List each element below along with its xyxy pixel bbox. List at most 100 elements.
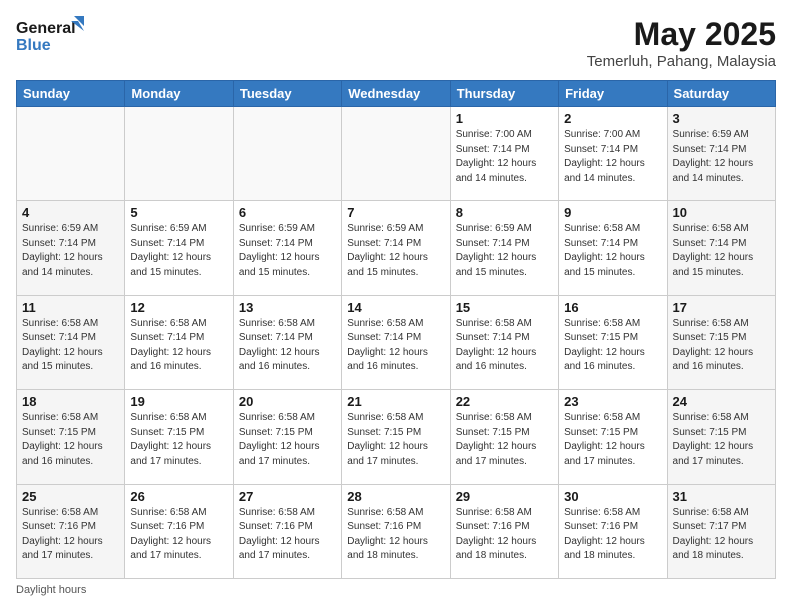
main-title: May 2025: [587, 16, 776, 53]
day-cell: 30 Sunrise: 6:58 AM Sunset: 7:16 PM Dayli…: [559, 484, 667, 578]
day-cell: 2Sunrise: 7:00 AM Sunset: 7:14 PM Daylig…: [559, 107, 667, 201]
day-number: 24: [673, 394, 770, 409]
day-cell: 8Sunrise: 6:59 AM Sunset: 7:14 PM Daylig…: [450, 201, 558, 295]
week-row-4: 18 Sunrise: 6:58 AM Sunset: 7:15 PM Dayli…: [17, 390, 776, 484]
day-number: 2: [564, 111, 661, 126]
day-info: Sunrise: 6:59 AM Sunset: 7:14 PM Dayligh…: [239, 222, 336, 280]
day-info: Sunrise: 6:58 AM Sunset: 7:16 PM Dayligh…: [239, 506, 336, 564]
day-number: 9: [564, 205, 661, 220]
day-info: Sunrise: 6:58 AM Sunset: 7:15 PM Dayligh…: [130, 411, 227, 469]
day-info: Sunrise: 6:58 AM Sunset: 7:15 PM Dayligh…: [564, 317, 661, 375]
day-info: Sunrise: 6:58 AM Sunset: 7:14 PM Dayligh…: [673, 222, 770, 280]
day-info: Sunrise: 6:59 AM Sunset: 7:14 PM Dayligh…: [673, 128, 770, 186]
day-info: Sunrise: 6:58 AM Sunset: 7:15 PM Dayligh…: [564, 411, 661, 469]
col-header-sunday: Sunday: [17, 81, 125, 107]
day-info: Sunrise: 6:58 AM Sunset: 7:16 PM Dayligh…: [564, 506, 661, 564]
week-row-1: 1 Sunrise: 7:00 AM Sunset: 7:14 PM Daylig…: [17, 107, 776, 201]
day-number: 8: [456, 205, 553, 220]
day-cell: 13Sunrise: 6:58 AM Sunset: 7:14 PM Dayli…: [233, 295, 341, 389]
day-info: Sunrise: 6:58 AM Sunset: 7:16 PM Dayligh…: [22, 506, 119, 564]
day-cell: [125, 107, 233, 201]
day-number: 3: [673, 111, 770, 126]
day-info: Sunrise: 6:59 AM Sunset: 7:14 PM Dayligh…: [347, 222, 444, 280]
day-info: Sunrise: 6:58 AM Sunset: 7:15 PM Dayligh…: [456, 411, 553, 469]
day-cell: 5 Sunrise: 6:59 AM Sunset: 7:14 PM Daylig…: [125, 201, 233, 295]
day-number: 1: [456, 111, 553, 126]
calendar-table: SundayMondayTuesdayWednesdayThursdayFrid…: [16, 80, 776, 579]
day-info: Sunrise: 6:58 AM Sunset: 7:15 PM Dayligh…: [673, 411, 770, 469]
day-cell: [342, 107, 450, 201]
day-number: 11: [22, 300, 119, 315]
day-cell: 4 Sunrise: 6:59 AM Sunset: 7:14 PM Daylig…: [17, 201, 125, 295]
day-info: Sunrise: 6:59 AM Sunset: 7:14 PM Dayligh…: [22, 222, 119, 280]
day-cell: 24 Sunrise: 6:58 AM Sunset: 7:15 PM Dayli…: [667, 390, 775, 484]
col-header-wednesday: Wednesday: [342, 81, 450, 107]
day-cell: 28 Sunrise: 6:58 AM Sunset: 7:16 PM Dayli…: [342, 484, 450, 578]
calendar-header-row: SundayMondayTuesdayWednesdayThursdayFrid…: [17, 81, 776, 107]
day-cell: 17Sunrise: 6:58 AM Sunset: 7:15 PM Dayli…: [667, 295, 775, 389]
day-info: Sunrise: 6:59 AM Sunset: 7:14 PM Dayligh…: [130, 222, 227, 280]
svg-text:General: General: [16, 20, 76, 37]
day-number: 7: [347, 205, 444, 220]
col-header-friday: Friday: [559, 81, 667, 107]
day-cell: 18 Sunrise: 6:58 AM Sunset: 7:15 PM Dayli…: [17, 390, 125, 484]
day-info: Sunrise: 6:58 AM Sunset: 7:15 PM Dayligh…: [347, 411, 444, 469]
day-number: 21: [347, 394, 444, 409]
day-info: Sunrise: 6:58 AM Sunset: 7:17 PM Dayligh…: [673, 506, 770, 564]
footer-note: Daylight hours: [16, 584, 776, 596]
day-info: Sunrise: 6:58 AM Sunset: 7:14 PM Dayligh…: [130, 317, 227, 375]
day-info: Sunrise: 7:00 AM Sunset: 7:14 PM Dayligh…: [456, 128, 553, 186]
day-number: 15: [456, 300, 553, 315]
day-cell: 11 Sunrise: 6:58 AM Sunset: 7:14 PM Dayli…: [17, 295, 125, 389]
day-cell: [233, 107, 341, 201]
day-number: 31: [673, 489, 770, 504]
day-info: Sunrise: 6:58 AM Sunset: 7:16 PM Dayligh…: [456, 506, 553, 564]
day-cell: 6 Sunrise: 6:59 AM Sunset: 7:14 PM Daylig…: [233, 201, 341, 295]
day-number: 13: [239, 300, 336, 315]
day-info: Sunrise: 6:58 AM Sunset: 7:16 PM Dayligh…: [130, 506, 227, 564]
day-number: 4: [22, 205, 119, 220]
day-cell: 27 Sunrise: 6:58 AM Sunset: 7:16 PM Dayli…: [233, 484, 341, 578]
day-cell: [17, 107, 125, 201]
week-row-2: 4 Sunrise: 6:59 AM Sunset: 7:14 PM Daylig…: [17, 201, 776, 295]
day-cell: 22Sunrise: 6:58 AM Sunset: 7:15 PM Dayli…: [450, 390, 558, 484]
day-cell: 19 Sunrise: 6:58 AM Sunset: 7:15 PM Dayli…: [125, 390, 233, 484]
day-info: Sunrise: 6:58 AM Sunset: 7:16 PM Dayligh…: [347, 506, 444, 564]
day-cell: 12Sunrise: 6:58 AM Sunset: 7:14 PM Dayli…: [125, 295, 233, 389]
week-row-5: 25 Sunrise: 6:58 AM Sunset: 7:16 PM Dayli…: [17, 484, 776, 578]
day-number: 29: [456, 489, 553, 504]
day-info: Sunrise: 6:58 AM Sunset: 7:15 PM Dayligh…: [22, 411, 119, 469]
day-cell: 31 Sunrise: 6:58 AM Sunset: 7:17 PM Dayli…: [667, 484, 775, 578]
page: GeneralBlue May 2025 Temerluh, Pahang, M…: [0, 0, 792, 612]
day-number: 5: [130, 205, 227, 220]
day-info: Sunrise: 6:58 AM Sunset: 7:14 PM Dayligh…: [22, 317, 119, 375]
col-header-tuesday: Tuesday: [233, 81, 341, 107]
day-number: 19: [130, 394, 227, 409]
day-info: Sunrise: 6:58 AM Sunset: 7:15 PM Dayligh…: [239, 411, 336, 469]
day-number: 14: [347, 300, 444, 315]
day-info: Sunrise: 6:58 AM Sunset: 7:14 PM Dayligh…: [564, 222, 661, 280]
day-cell: 1 Sunrise: 7:00 AM Sunset: 7:14 PM Daylig…: [450, 107, 558, 201]
header: GeneralBlue May 2025 Temerluh, Pahang, M…: [16, 16, 776, 70]
day-number: 28: [347, 489, 444, 504]
day-cell: 20Sunrise: 6:58 AM Sunset: 7:15 PM Dayli…: [233, 390, 341, 484]
day-cell: 16Sunrise: 6:58 AM Sunset: 7:15 PM Dayli…: [559, 295, 667, 389]
svg-text:Blue: Blue: [16, 37, 51, 54]
day-cell: 7 Sunrise: 6:59 AM Sunset: 7:14 PM Daylig…: [342, 201, 450, 295]
day-number: 25: [22, 489, 119, 504]
day-cell: 14Sunrise: 6:58 AM Sunset: 7:14 PM Dayli…: [342, 295, 450, 389]
day-cell: 26 Sunrise: 6:58 AM Sunset: 7:16 PM Dayli…: [125, 484, 233, 578]
day-number: 23: [564, 394, 661, 409]
day-number: 6: [239, 205, 336, 220]
day-cell: 10 Sunrise: 6:58 AM Sunset: 7:14 PM Dayli…: [667, 201, 775, 295]
day-cell: 9 Sunrise: 6:58 AM Sunset: 7:14 PM Daylig…: [559, 201, 667, 295]
day-cell: 15Sunrise: 6:58 AM Sunset: 7:14 PM Dayli…: [450, 295, 558, 389]
day-info: Sunrise: 6:58 AM Sunset: 7:15 PM Dayligh…: [673, 317, 770, 375]
day-number: 30: [564, 489, 661, 504]
logo: GeneralBlue: [16, 16, 86, 56]
day-number: 18: [22, 394, 119, 409]
day-number: 10: [673, 205, 770, 220]
day-number: 26: [130, 489, 227, 504]
day-number: 27: [239, 489, 336, 504]
day-cell: 25 Sunrise: 6:58 AM Sunset: 7:16 PM Dayli…: [17, 484, 125, 578]
